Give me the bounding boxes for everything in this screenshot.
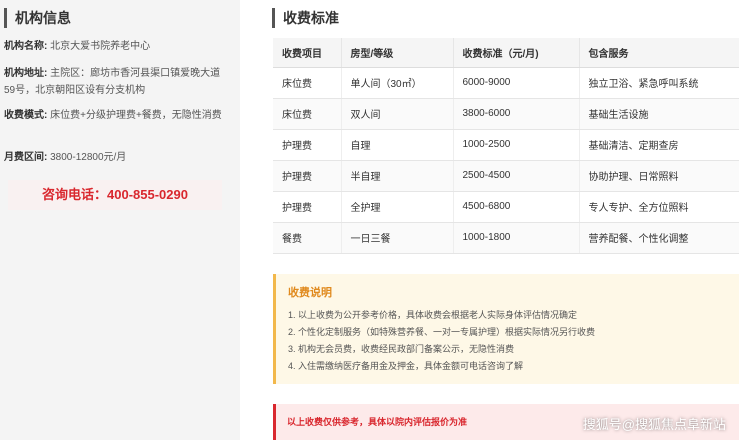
table-row: 护理费 全护理 4500-6800 专人专护、全方位照料 (273, 191, 739, 223)
fee-note-item: 3. 机构无会员费，收费经民政部门备案公示，无隐性消费 (288, 344, 515, 354)
table-cell: 基础清洁、定期查房 (579, 129, 739, 161)
table-row: 床位费 单人间（30㎡） 6000-9000 独立卫浴、紧急呼叫系统 (273, 67, 739, 99)
table-cell: 6000-9000 (453, 67, 580, 99)
fee-standard-title: 收费标准 (272, 8, 339, 28)
fee-note-item: 1. 以上收费为公开参考价格，具体收费会根据老人实际身体评估情况确定 (288, 310, 578, 320)
fee-notes-title: 收费说明 (288, 287, 332, 299)
table-cell: 床位费 (273, 98, 342, 130)
table-cell: 床位费 (273, 67, 342, 99)
table-cell: 双人间 (341, 98, 454, 130)
charge-mode-row: 收费模式: 床位费+分级护理费+餐费，无隐性消费 (4, 107, 230, 124)
institution-info-panel: 机构信息 机构名称: 北京大爱书院养老中心 机构地址: 主院区：廊坊市香河县渠口… (0, 0, 240, 440)
table-cell: 自理 (341, 129, 454, 161)
fee-table: 收费项目 房型/等级 收费标准（元/月) 包含服务 床位费 单人间（30㎡） 6… (273, 38, 739, 254)
table-cell: 餐费 (273, 222, 342, 254)
header-fee-standard: 收费标准（元/月) (453, 38, 580, 68)
table-row: 餐费 一日三餐 1000-1800 营养配餐、个性化调整 (273, 222, 739, 254)
table-cell: 专人专护、全方位照料 (579, 191, 739, 223)
consult-phone[interactable]: 咨询电话：400-855-0290 (8, 180, 222, 210)
table-cell: 2500-4500 (453, 160, 580, 192)
charge-mode-value: 床位费+分级护理费+餐费，无隐性消费 (50, 110, 222, 121)
institution-address-row: 机构地址: 主院区：廊坊市香河县渠口镇爱晚大道59号，北京朝阳区设有分支机构 (4, 65, 230, 99)
fee-standard-panel: 收费标准 收费项目 房型/等级 收费标准（元/月) 包含服务 床位费 单人间（3… (258, 0, 740, 440)
table-cell: 护理费 (273, 191, 342, 223)
fee-note-item: 2. 个性化定制服务（如特殊营养餐、一对一专属护理）根据实际情况另行收费 (288, 327, 596, 337)
consult-phone-label: 咨询电话： (42, 187, 108, 202)
institution-name-row: 机构名称: 北京大爱书院养老中心 (4, 38, 230, 55)
table-cell: 护理费 (273, 160, 342, 192)
table-cell: 独立卫浴、紧急呼叫系统 (579, 67, 739, 99)
consult-phone-number[interactable]: 400-855-0290 (107, 187, 188, 202)
monthly-range-row: 月费区间: 3800-12800元/月 (4, 149, 230, 166)
table-cell: 半自理 (341, 160, 454, 192)
monthly-range-value: 3800-12800元/月 (50, 152, 127, 163)
table-cell: 营养配餐、个性化调整 (579, 222, 739, 254)
table-cell: 单人间（30㎡） (341, 67, 454, 99)
table-cell: 基础生活设施 (579, 98, 739, 130)
institution-name-label: 机构名称: (4, 41, 48, 52)
table-row: 床位费 双人间 3800-6000 基础生活设施 (273, 98, 739, 130)
table-cell: 1000-2500 (453, 129, 580, 161)
fee-notes-box: 收费说明 1. 以上收费为公开参考价格，具体收费会根据老人实际身体评估情况确定 … (273, 274, 739, 384)
institution-info-title: 机构信息 (4, 8, 71, 28)
table-cell: 一日三餐 (341, 222, 454, 254)
table-cell: 协助护理、日常照料 (579, 160, 739, 192)
header-fee-item: 收费项目 (273, 38, 342, 68)
table-cell: 护理费 (273, 129, 342, 161)
fee-table-header-row: 收费项目 房型/等级 收费标准（元/月) 包含服务 (273, 38, 739, 68)
table-cell: 1000-1800 (453, 222, 580, 254)
monthly-range-label: 月费区间: (4, 152, 48, 163)
source-watermark: 搜狐号@搜狐焦点阜新站 (582, 417, 726, 432)
table-row: 护理费 自理 1000-2500 基础清洁、定期查房 (273, 129, 739, 161)
table-cell: 4500-6800 (453, 191, 580, 223)
fee-note-item: 4. 入住需缴纳医疗备用金及押金，具体金额可电话咨询了解 (288, 361, 524, 371)
charge-mode-label: 收费模式: (4, 110, 48, 121)
table-cell: 全护理 (341, 191, 454, 223)
institution-name-value: 北京大爱书院养老中心 (50, 41, 151, 52)
header-included-services: 包含服务 (579, 38, 739, 68)
table-cell: 3800-6000 (453, 98, 580, 130)
institution-address-label: 机构地址: (4, 68, 48, 79)
header-room-level: 房型/等级 (341, 38, 454, 68)
table-row: 护理费 半自理 2500-4500 协助护理、日常照料 (273, 160, 739, 192)
